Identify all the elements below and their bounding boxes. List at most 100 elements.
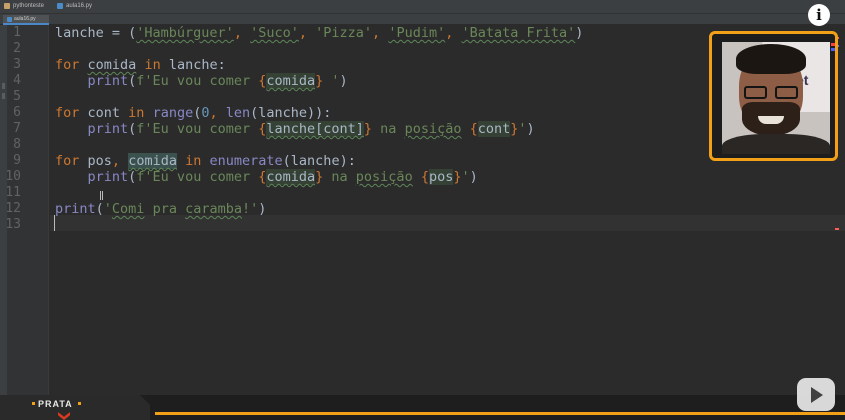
folder-icon [4, 3, 10, 9]
breadcrumb-file[interactable]: aula16.py [57, 3, 92, 9]
presenter-video: et [722, 42, 830, 154]
badge-dot [78, 402, 81, 405]
code-token: } [363, 121, 373, 137]
code-string: pra [144, 201, 186, 217]
breadcrumb-project[interactable]: pythonteste [4, 3, 44, 9]
code-string: 'Suco' [250, 25, 299, 41]
code-string [413, 169, 421, 185]
code-string: ' [323, 73, 340, 89]
presenter-hair [736, 44, 806, 74]
code-string: ' [103, 201, 112, 217]
code-token: , [233, 25, 251, 41]
code-token: , [209, 105, 226, 121]
code-string: !' [241, 201, 259, 217]
python-file-icon [7, 16, 12, 22]
youtube-icon[interactable] [797, 378, 835, 411]
code-token: { [469, 121, 478, 137]
code-keyword: in [144, 57, 161, 73]
code-string: f'Eu vou comer [136, 73, 259, 89]
code-token: , [111, 153, 121, 169]
python-file-icon [57, 3, 63, 9]
code-string: na [323, 169, 356, 185]
line-number: 13 [5, 217, 21, 232]
code-token: } [453, 169, 462, 185]
code-line-12[interactable]: print('Comi pra caramba!') [55, 201, 266, 217]
current-line-highlight [50, 215, 845, 231]
code-token: { [420, 169, 429, 185]
code-token: ) [526, 121, 535, 137]
line-number: 11 [5, 185, 21, 200]
code-variable: comida [266, 73, 316, 89]
line-number: 7 [13, 121, 21, 136]
code-line-1[interactable]: lanche = ('Hambúrguer', 'Suco', 'Pizza',… [55, 25, 583, 41]
code-token: ( [95, 201, 104, 217]
code-line-3[interactable]: for comida in lanche: [55, 57, 226, 73]
info-icon[interactable]: i [808, 4, 830, 26]
code-expression: lanche[cont] [266, 121, 364, 137]
code-string: caramba [185, 201, 242, 217]
code-builtin: print [87, 73, 129, 89]
bottom-overlay-bar: PRATA [0, 395, 845, 420]
frame-decoration [831, 48, 835, 51]
accent-line [155, 412, 845, 415]
line-number: 2 [13, 41, 21, 56]
code-line-9[interactable]: for pos, comida in enumerate(lanche): [55, 153, 356, 169]
tier-badge-label: PRATA [38, 399, 73, 409]
code-keyword: for [55, 105, 80, 121]
line-number: 10 [5, 169, 21, 184]
presenter-smile [758, 116, 784, 124]
code-token: , [298, 25, 316, 41]
code-string [461, 121, 469, 137]
editor-tab-bar: aula16.py [0, 14, 845, 25]
code-variable: pos [79, 153, 112, 169]
code-string: Comi [111, 201, 145, 217]
line-number-gutter: 1 2 3 4 5 6 7 8 9 10 11 12 13 [5, 25, 49, 395]
presenter-glasses [744, 86, 800, 100]
mouse-ibeam-cursor [100, 191, 103, 200]
tier-badge: PRATA [0, 395, 150, 420]
code-token: (lanche)): [250, 105, 332, 121]
tab-label: aula16.py [14, 16, 36, 22]
line-number: 12 [5, 201, 21, 216]
code-token: (lanche): [282, 153, 356, 169]
code-builtin: print [55, 201, 96, 217]
code-line-10[interactable]: print(f'Eu vou comer {comida} na posição… [55, 169, 478, 185]
red-chevron-icon [58, 412, 70, 420]
code-line-4[interactable]: print(f'Eu vou comer {comida} ') [55, 73, 348, 89]
tab-aula16[interactable]: aula16.py [3, 15, 49, 25]
code-variable: comida [266, 169, 316, 185]
code-keyword: for [55, 57, 80, 73]
code-string: na [372, 121, 405, 137]
line-number: 3 [13, 57, 21, 72]
tool-window-mark[interactable] [2, 93, 5, 99]
line-number: 1 [13, 25, 21, 40]
code-token: ) [258, 201, 267, 217]
frame-decoration [831, 43, 835, 46]
code-string: 'Batata Frita' [461, 25, 576, 41]
code-keyword: in [185, 153, 202, 169]
code-builtin: enumerate [209, 153, 283, 169]
code-line-7[interactable]: print(f'Eu vou comer {lanche[cont]} na p… [55, 121, 535, 137]
line-number: 5 [13, 89, 21, 104]
error-stripe-mark[interactable] [835, 228, 839, 230]
line-number: 6 [13, 105, 21, 120]
code-variable: comida [128, 153, 177, 169]
line-number: 9 [13, 153, 21, 168]
code-token: ) [339, 73, 348, 89]
tool-window-mark[interactable] [2, 83, 5, 89]
code-string: f'Eu vou comer [136, 121, 259, 137]
breadcrumb-file-label: aula16.py [66, 3, 93, 9]
code-builtin: range [152, 105, 194, 121]
breadcrumb-project-label: pythonteste [13, 3, 45, 9]
code-string: posição [355, 169, 413, 185]
code-string: 'Pizza' [315, 25, 373, 41]
code-line-6[interactable]: for cont in range(0, len(lanche)): [55, 105, 331, 121]
code-string: posição [404, 121, 462, 137]
presenter-shirt [722, 134, 830, 154]
navigation-bar: pythonteste aula16.py [0, 0, 845, 14]
code-token: lanche: [160, 57, 226, 73]
